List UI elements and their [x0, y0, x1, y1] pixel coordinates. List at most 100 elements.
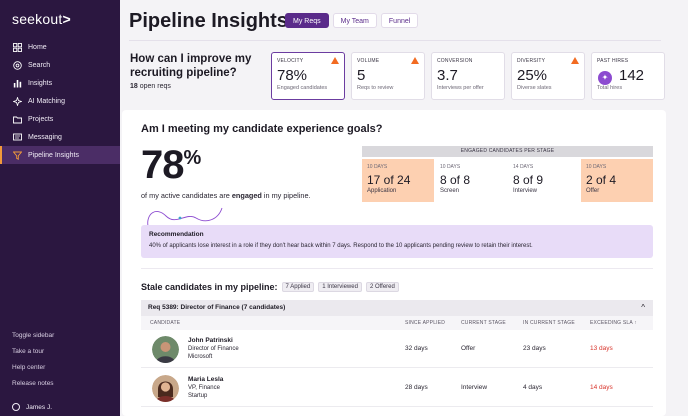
- candidate-title: VP, Finance: [188, 385, 220, 391]
- user-name: James J.: [26, 403, 53, 411]
- recommendation-box: Recommendation 40% of applicants lose in…: [141, 225, 653, 258]
- sidebar: seekout> Home Search Insights AI Matchin…: [0, 0, 120, 416]
- chip-interviewed[interactable]: 1 Interviewed: [318, 282, 362, 292]
- sidebar-item-label: Messaging: [28, 133, 62, 141]
- candidate-name[interactable]: Maria Lesla: [188, 376, 223, 383]
- column-since-applied: SINCE APPLIED: [405, 320, 446, 326]
- since-applied: 32 days: [405, 345, 428, 352]
- table-row[interactable]: Maria Lesla VP, Finance Startup 28 days …: [141, 369, 653, 407]
- engaged-value: 78: [141, 143, 184, 187]
- sidebar-bottom-links: Toggle sidebar Take a tour Help center R…: [12, 331, 54, 395]
- metric-sub: Interviews per offer: [437, 85, 484, 91]
- logo-text: seekout: [12, 11, 63, 27]
- toggle-sidebar-link[interactable]: Toggle sidebar: [12, 331, 54, 347]
- experience-heading: Am I meeting my candidate experience goa…: [141, 123, 383, 135]
- table-row[interactable]: John Patrinski Director of Finance Micro…: [141, 330, 653, 368]
- candidate-company: Startup: [188, 393, 208, 399]
- tab-my-team[interactable]: My Team: [332, 13, 377, 28]
- engaged-text-after: in my pipeline.: [261, 191, 311, 200]
- metric-sub: Total hires: [597, 85, 623, 91]
- folder-icon: [12, 114, 22, 124]
- stage-header: ENGAGED CANDIDATES PER STAGE: [362, 146, 653, 157]
- recommendation-body: 40% of applicants lose interest in a rol…: [149, 243, 533, 249]
- candidate-company: Microsoft: [188, 354, 213, 360]
- column-in-current-stage: IN CURRENT STAGE: [523, 320, 575, 326]
- open-reqs-label: open reqs: [137, 83, 171, 90]
- stage-days: 10 DAYS: [367, 164, 388, 170]
- section-divider: [141, 268, 653, 269]
- sidebar-item-search[interactable]: Search: [0, 56, 120, 74]
- stale-heading: Stale candidates in my pipeline: 7 Appli…: [141, 282, 399, 292]
- exceeding-sla: 14 days: [590, 384, 613, 391]
- candidate-photo: [152, 336, 179, 363]
- stage-days: 14 DAYS: [513, 164, 534, 170]
- sidebar-item-projects[interactable]: Projects: [0, 110, 120, 128]
- tab-my-reqs[interactable]: My Reqs: [285, 13, 329, 28]
- column-exceeding-sla[interactable]: EXCEEDING SLA ↑: [590, 320, 637, 326]
- stage-name: Interview: [513, 188, 538, 194]
- seekout-logo[interactable]: seekout>: [12, 11, 71, 27]
- metric-label: VELOCITY: [277, 58, 304, 64]
- sidebar-item-messaging[interactable]: Messaging: [0, 128, 120, 146]
- stage-days: 10 DAYS: [440, 164, 461, 170]
- req-label: Req 5389: Director of Finance (7 candida…: [148, 304, 286, 311]
- candidate-photo: [152, 375, 179, 402]
- bar-chart-icon: [12, 78, 22, 88]
- take-tour-link[interactable]: Take a tour: [12, 347, 54, 363]
- stale-title: Stale candidates in my pipeline:: [141, 282, 278, 292]
- engaged-description: of my active candidates are engaged in m…: [141, 191, 311, 200]
- stage-value: 17 of 24: [367, 173, 411, 187]
- engaged-percent: 78%: [141, 143, 202, 188]
- message-icon: [12, 132, 22, 142]
- metric-value: 78%: [277, 67, 308, 84]
- header-divider: [129, 40, 661, 41]
- stage-screen: 10 DAYS 8 of 8 Screen: [435, 159, 507, 202]
- metric-sub: Reqs to review: [357, 85, 394, 91]
- candidate-name[interactable]: John Patrinski: [188, 337, 233, 344]
- engaged-unit: %: [183, 147, 202, 169]
- open-reqs-count: 18 open reqs: [130, 83, 171, 90]
- column-candidate: CANDIDATE: [150, 320, 181, 326]
- table-header: CANDIDATE SINCE APPLIED CURRENT STAGE IN…: [141, 316, 653, 330]
- question-heading: How can I improve my recruiting pipeline…: [130, 53, 252, 79]
- open-reqs-number: 18: [130, 83, 138, 90]
- help-center-link[interactable]: Help center: [12, 363, 54, 379]
- current-stage: Interview: [461, 384, 488, 391]
- recommendation-title: Recommendation: [149, 231, 204, 238]
- warning-icon: [411, 57, 419, 64]
- sidebar-item-label: Pipeline Insights: [28, 151, 79, 159]
- engaged-text-before: of my active candidates are: [141, 191, 232, 200]
- engaged-text-bold: engaged: [231, 191, 262, 200]
- metric-value: 25%: [517, 67, 548, 84]
- metric-card-diversity[interactable]: DIVERSITY 25% Diverse slates: [511, 52, 585, 100]
- req-accordion-header[interactable]: Req 5389: Director of Finance (7 candida…: [141, 300, 653, 316]
- sidebar-item-home[interactable]: Home: [0, 38, 120, 56]
- in-current-stage: 4 days: [523, 384, 543, 391]
- user-menu[interactable]: James J.: [12, 403, 52, 411]
- stage-application: 10 DAYS 17 of 24 Application: [362, 159, 434, 202]
- since-applied: 28 days: [405, 384, 428, 391]
- in-current-stage: 23 days: [523, 345, 546, 352]
- tab-funnel[interactable]: Funnel: [380, 13, 419, 28]
- warning-icon: [331, 57, 339, 64]
- column-current-stage: CURRENT STAGE: [461, 320, 506, 326]
- exceeding-sla: 13 days: [590, 345, 613, 352]
- stage-name: Screen: [440, 188, 460, 194]
- stage-name: Application: [367, 188, 397, 194]
- metric-card-velocity[interactable]: VELOCITY 78% Engaged candidates: [271, 52, 345, 100]
- current-stage: Offer: [461, 345, 476, 352]
- user-avatar-icon: [12, 403, 20, 411]
- sidebar-item-pipeline-insights[interactable]: Pipeline Insights: [0, 146, 120, 164]
- sidebar-item-insights[interactable]: Insights: [0, 74, 120, 92]
- sidebar-item-ai-matching[interactable]: AI Matching: [0, 92, 120, 110]
- experience-panel: Am I meeting my candidate experience goa…: [122, 110, 666, 416]
- metric-card-conversion[interactable]: CONVERSION 3.7 Interviews per offer: [431, 52, 505, 100]
- metric-sub: Engaged candidates: [277, 85, 328, 91]
- release-notes-link[interactable]: Release notes: [12, 379, 54, 395]
- chip-applied[interactable]: 7 Applied: [281, 282, 315, 292]
- metric-card-volume[interactable]: VOLUME 5 Reqs to review: [351, 52, 425, 100]
- metric-label: CONVERSION: [437, 58, 473, 64]
- chip-offered[interactable]: 2 Offered: [365, 282, 399, 292]
- metric-card-past-hires[interactable]: PAST HIRES ✦ 142 Total hires: [591, 52, 665, 100]
- chevron-up-icon[interactable]: ^: [641, 300, 645, 316]
